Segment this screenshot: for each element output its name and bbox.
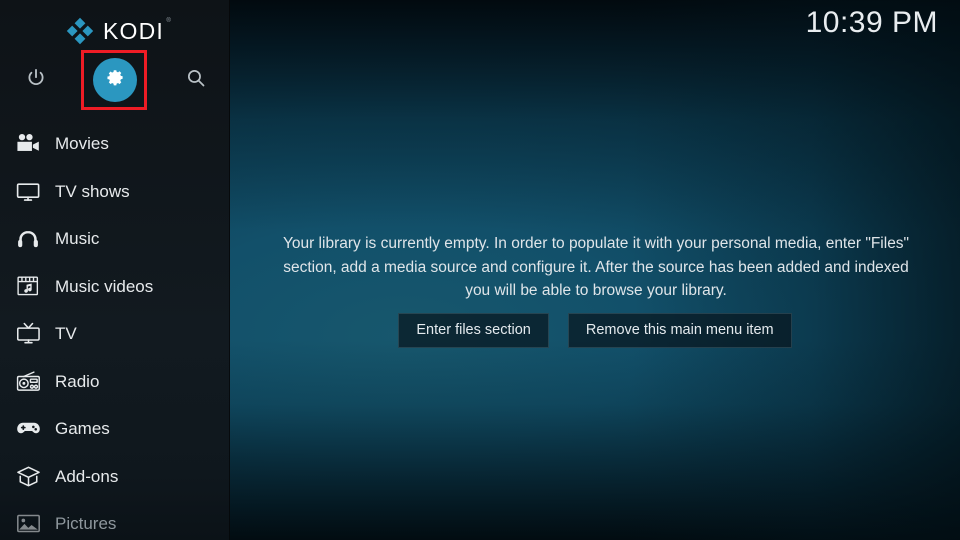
sidebar-item-label: TV [55, 324, 77, 344]
sidebar-item-music-videos[interactable]: Music videos [0, 263, 230, 311]
sidebar-item-label: Games [55, 419, 110, 439]
kodi-trademark: ® [166, 17, 173, 24]
radio-icon [12, 367, 44, 395]
sidebar-item-label: Movies [55, 134, 109, 154]
power-button[interactable] [8, 52, 64, 108]
kodi-logo: KODI ® [0, 14, 230, 48]
sidebar-item-movies[interactable]: Movies [0, 120, 230, 168]
sidebar-item-add-ons[interactable]: Add-ons [0, 453, 230, 501]
gear-icon [106, 68, 125, 92]
sidebar-item-music[interactable]: Music [0, 215, 230, 263]
sidebar-item-tv-shows[interactable]: TV shows [0, 168, 230, 216]
gamepad-icon [12, 415, 44, 443]
box-icon [12, 462, 44, 490]
sidebar-top-actions [0, 52, 230, 108]
headphones-icon [12, 225, 44, 253]
tv-antenna-icon [12, 320, 44, 348]
sidebar-item-label: Pictures [55, 514, 117, 534]
empty-library-message: Your library is currently empty. In orde… [282, 235, 910, 299]
sidebar-item-radio[interactable]: Radio [0, 358, 230, 406]
kodi-logo-icon [66, 17, 94, 45]
main-menu: Movies TV shows Music Music videos TV Ra… [0, 120, 230, 540]
enter-files-section-button[interactable]: Enter files section [398, 313, 549, 348]
remove-main-menu-item-button[interactable]: Remove this main menu item [567, 313, 792, 348]
sidebar-item-label: Radio [55, 371, 100, 391]
sidebar-item-label: Music videos [55, 276, 154, 296]
empty-library-actions: Enter files section Remove this main men… [230, 313, 960, 348]
settings-button-circle [93, 58, 137, 102]
sidebar-item-games[interactable]: Games [0, 405, 230, 453]
television-icon [12, 177, 44, 205]
picture-icon [12, 510, 44, 538]
sidebar: KODI ® Movies TV shows Music Music video… [0, 0, 230, 540]
sidebar-item-label: Add-ons [55, 466, 119, 486]
power-icon [25, 67, 47, 94]
kodi-logo-wordmark: KODI [102, 17, 165, 44]
film-music-icon [12, 272, 44, 300]
sidebar-item-label: TV shows [55, 181, 130, 201]
movie-camera-icon [12, 130, 44, 158]
kodi-home-screen: 10:39 PM KODI ® Movies TV shows Music Mu… [0, 0, 960, 540]
main-content: Your library is currently empty. In orde… [230, 0, 960, 540]
sidebar-item-tv[interactable]: TV [0, 310, 230, 358]
kodi-logo-text: KODI ® [102, 17, 171, 44]
search-icon [185, 67, 207, 94]
settings-button[interactable] [87, 52, 143, 108]
sidebar-item-label: Music [55, 229, 100, 249]
search-button[interactable] [168, 52, 224, 108]
sidebar-item-pictures[interactable]: Pictures [0, 500, 230, 540]
